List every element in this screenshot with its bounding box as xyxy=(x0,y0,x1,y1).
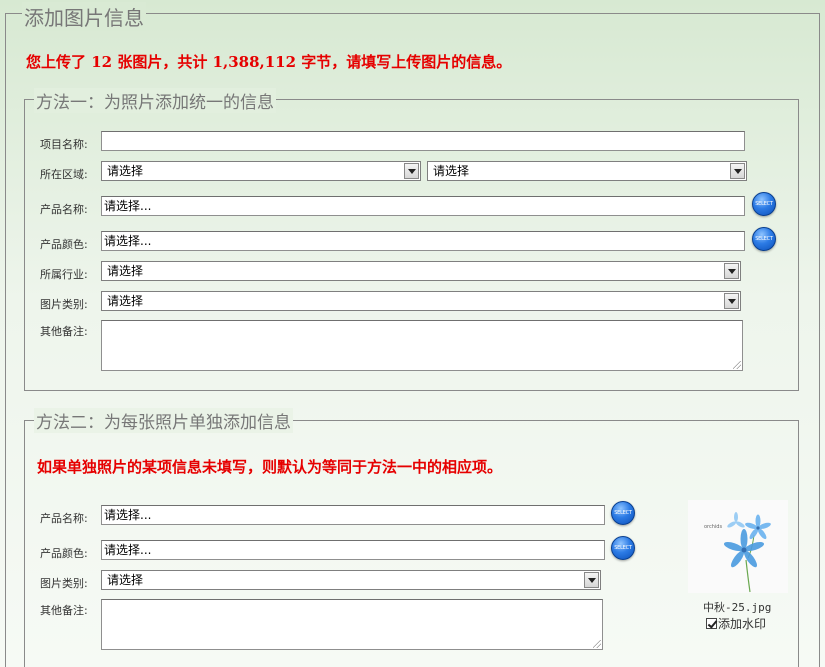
category-select[interactable]: 请选择 xyxy=(101,291,741,311)
item-product-color-input[interactable]: 请选择... xyxy=(101,540,605,560)
category-label: 图片类别: xyxy=(40,298,88,311)
page-title: 添加图片信息 xyxy=(22,2,146,31)
method2-legend: 方法二：为每张照片单独添加信息 xyxy=(34,408,293,433)
item-notes-textarea[interactable] xyxy=(101,599,603,650)
region-select-1-value: 请选择 xyxy=(107,164,144,178)
project-name-input[interactable] xyxy=(101,131,745,151)
project-name-label: 项目名称: xyxy=(40,138,88,151)
item-category-select-value: 请选择 xyxy=(107,573,144,587)
item-product-color-select-button[interactable]: SELECT xyxy=(611,536,635,560)
category-select-value: 请选择 xyxy=(107,294,144,308)
item-product-name-select-button[interactable]: SELECT xyxy=(611,501,635,525)
orchid-image xyxy=(723,512,771,593)
region-label: 所在区域: xyxy=(40,168,88,181)
industry-select[interactable]: 请选择 xyxy=(101,261,741,281)
item-category-select[interactable]: 请选择 xyxy=(101,570,601,590)
item-notes-label: 其他备注: xyxy=(40,604,88,617)
item-product-name-label: 产品名称: xyxy=(40,512,88,525)
watermark-checkbox[interactable] xyxy=(706,618,717,629)
item-product-color-label: 产品颜色: xyxy=(40,547,88,560)
product-name-select-button[interactable]: SELECT xyxy=(752,192,776,216)
region-select-2[interactable]: 请选择 xyxy=(427,161,747,181)
upload-summary: 您上传了 12 张图片，共计 1,388,112 字节，请填写上传图片的信息。 xyxy=(26,53,512,71)
chevron-down-icon xyxy=(724,293,739,309)
item-product-name-input[interactable]: 请选择... xyxy=(101,505,605,525)
method1-legend: 方法一：为照片添加统一的信息 xyxy=(34,88,276,113)
region-select-2-value: 请选择 xyxy=(433,164,470,178)
item-category-label: 图片类别: xyxy=(40,577,88,590)
watermark-option[interactable]: 添加水印 xyxy=(706,615,766,632)
product-color-input[interactable]: 请选择... xyxy=(101,231,745,251)
industry-label: 所属行业: xyxy=(40,268,88,281)
product-name-label: 产品名称: xyxy=(40,203,88,216)
notes-label: 其他备注: xyxy=(40,325,88,338)
chevron-down-icon xyxy=(584,572,599,588)
watermark-label: 添加水印 xyxy=(718,617,767,631)
photo-thumbnail[interactable]: orchids xyxy=(688,500,788,593)
notes-textarea[interactable] xyxy=(101,320,743,371)
chevron-down-icon xyxy=(724,263,739,279)
resize-grip-icon[interactable] xyxy=(593,640,601,648)
product-color-select-button[interactable]: SELECT xyxy=(752,227,776,251)
method2-note: 如果单独照片的某项信息未填写，则默认为等同于方法一中的相应项。 xyxy=(37,458,503,476)
chevron-down-icon xyxy=(404,163,419,179)
industry-select-value: 请选择 xyxy=(107,264,144,278)
chevron-down-icon xyxy=(730,163,745,179)
product-name-input[interactable]: 请选择... xyxy=(101,196,745,216)
thumbnail-file-name: 中秋-25.jpg xyxy=(703,601,772,614)
product-color-label: 产品颜色: xyxy=(40,238,88,251)
resize-grip-icon[interactable] xyxy=(733,361,741,369)
region-select-1[interactable]: 请选择 xyxy=(101,161,421,181)
